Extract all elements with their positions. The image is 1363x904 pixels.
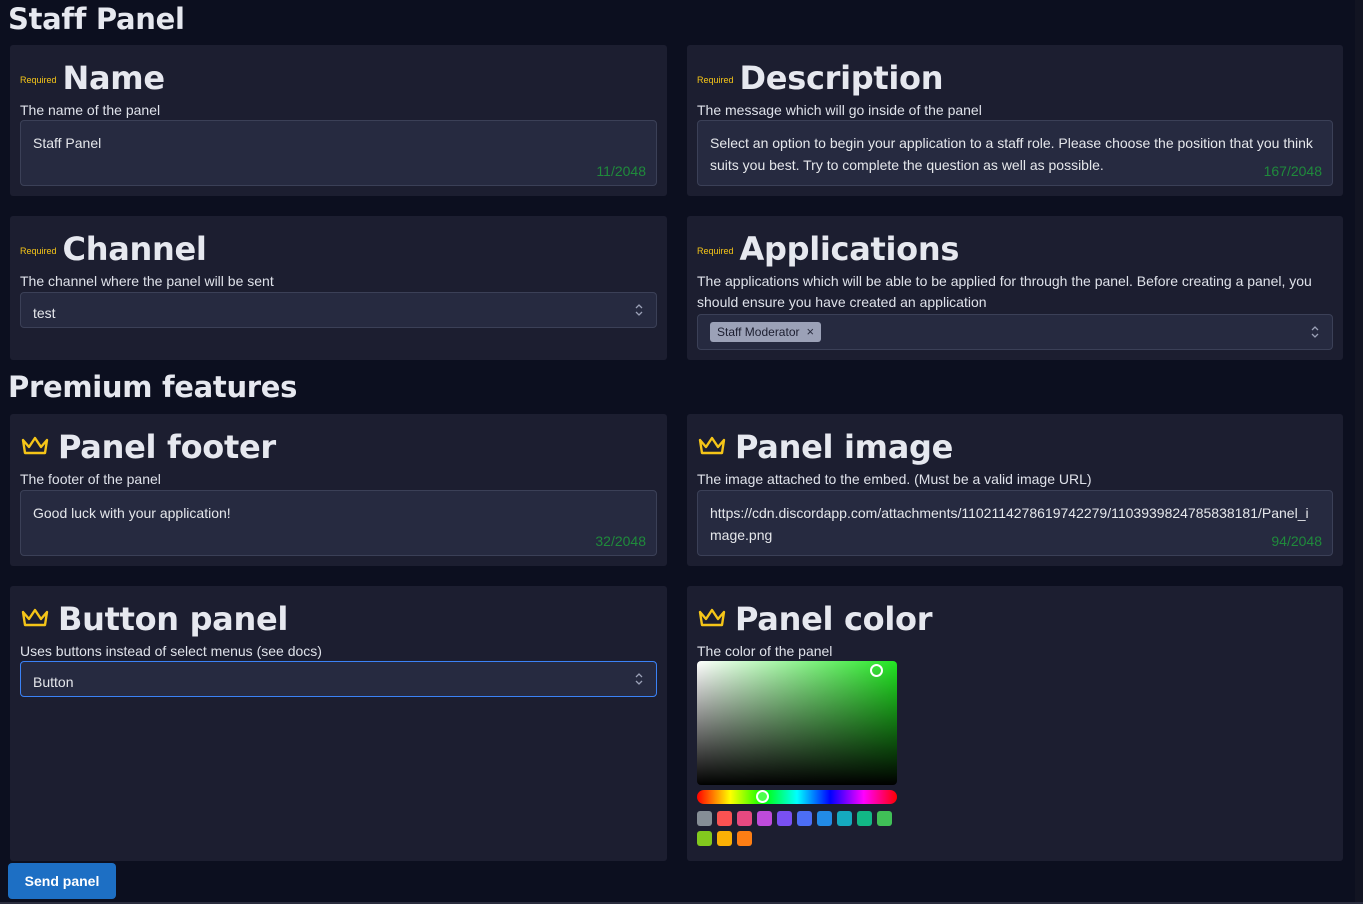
- color-swatches: [697, 811, 907, 846]
- channel-select[interactable]: test: [20, 292, 657, 328]
- required-label: Required: [697, 75, 734, 85]
- button-panel-title: Button panel: [58, 600, 289, 638]
- panel-image-card: Panel image The image attached to the em…: [687, 414, 1343, 566]
- application-tag: Staff Moderator ×: [710, 322, 822, 342]
- name-description: The name of the panel: [20, 102, 161, 118]
- panel-footer-description: The footer of the panel: [20, 471, 161, 487]
- description-card: Required Description The message which w…: [687, 45, 1343, 196]
- color-saturation-picker[interactable]: [697, 661, 897, 785]
- crown-icon: [698, 436, 726, 455]
- applications-description: The applications which will be able to b…: [697, 273, 1312, 310]
- name-input[interactable]: Staff Panel 11/2048: [20, 120, 657, 186]
- name-char-count: 11/2048: [596, 163, 646, 179]
- page-title: Staff Panel: [8, 2, 185, 36]
- required-label: Required: [20, 75, 57, 85]
- color-swatch[interactable]: [697, 811, 712, 826]
- name-title: Name: [62, 59, 166, 97]
- button-panel-card: Button panel Uses buttons instead of sel…: [10, 586, 667, 861]
- panel-image-char-count: 94/2048: [1271, 533, 1322, 549]
- color-swatch[interactable]: [737, 831, 752, 846]
- color-swatch[interactable]: [737, 811, 752, 826]
- hue-slider-handle[interactable]: [756, 790, 769, 803]
- panel-color-description: The color of the panel: [697, 643, 833, 659]
- button-panel-description: Uses buttons instead of select menus (se…: [20, 643, 322, 659]
- applications-multiselect[interactable]: Staff Moderator ×: [697, 314, 1333, 350]
- channel-title: Channel: [62, 230, 207, 268]
- application-tag-label: Staff Moderator: [717, 325, 800, 339]
- color-swatch[interactable]: [777, 811, 792, 826]
- hue-slider[interactable]: [697, 790, 897, 804]
- panel-footer-char-count: 32/2048: [595, 533, 646, 549]
- button-panel-select-value: Button: [33, 674, 74, 690]
- color-swatch[interactable]: [717, 811, 732, 826]
- panel-footer-input-value: Good luck with your application!: [33, 505, 231, 521]
- chevron-up-down-icon: [1311, 326, 1319, 338]
- channel-select-value: test: [33, 305, 56, 321]
- chevron-up-down-icon: [635, 304, 643, 316]
- name-input-value: Staff Panel: [33, 135, 102, 151]
- color-swatch[interactable]: [857, 811, 872, 826]
- close-icon[interactable]: ×: [807, 325, 815, 338]
- button-panel-select[interactable]: Button: [20, 661, 657, 697]
- color-swatch[interactable]: [817, 811, 832, 826]
- color-swatch[interactable]: [717, 831, 732, 846]
- panel-image-title: Panel image: [735, 428, 953, 466]
- crown-icon: [698, 608, 726, 627]
- color-swatch[interactable]: [877, 811, 892, 826]
- channel-card: Required Channel The channel where the p…: [10, 216, 667, 360]
- color-swatch[interactable]: [757, 811, 772, 826]
- panel-color-card: Panel color The color of the panel: [687, 586, 1343, 861]
- scrollbar[interactable]: [1355, 0, 1363, 904]
- panel-footer-title: Panel footer: [58, 428, 276, 466]
- applications-card: Required Applications The applications w…: [687, 216, 1343, 360]
- panel-image-description: The image attached to the embed. (Must b…: [697, 471, 1092, 487]
- crown-icon: [21, 608, 49, 627]
- description-input-value: Select an option to begin your applicati…: [710, 135, 1313, 173]
- color-picker-handle[interactable]: [870, 664, 883, 677]
- panel-footer-card: Panel footer The footer of the panel Goo…: [10, 414, 667, 566]
- description-char-count: 167/2048: [1263, 163, 1322, 179]
- name-card: Required Name The name of the panel Staf…: [10, 45, 667, 196]
- channel-description: The channel where the panel will be sent: [20, 273, 274, 289]
- description-input[interactable]: Select an option to begin your applicati…: [697, 120, 1333, 186]
- send-panel-button[interactable]: Send panel: [8, 863, 116, 899]
- panel-image-input[interactable]: https://cdn.discordapp.com/attachments/1…: [697, 490, 1333, 556]
- applications-title: Applications: [739, 230, 960, 268]
- required-label: Required: [20, 246, 57, 256]
- premium-section-title: Premium features: [8, 370, 298, 404]
- panel-color-title: Panel color: [735, 600, 933, 638]
- description-description: The message which will go inside of the …: [697, 102, 982, 118]
- required-label: Required: [697, 246, 734, 256]
- crown-icon: [21, 436, 49, 455]
- chevron-up-down-icon: [635, 673, 643, 685]
- panel-footer-input[interactable]: Good luck with your application! 32/2048: [20, 490, 657, 556]
- color-swatch[interactable]: [837, 811, 852, 826]
- panel-image-input-value: https://cdn.discordapp.com/attachments/1…: [710, 505, 1309, 543]
- color-swatch[interactable]: [697, 831, 712, 846]
- description-title: Description: [739, 59, 944, 97]
- color-swatch[interactable]: [797, 811, 812, 826]
